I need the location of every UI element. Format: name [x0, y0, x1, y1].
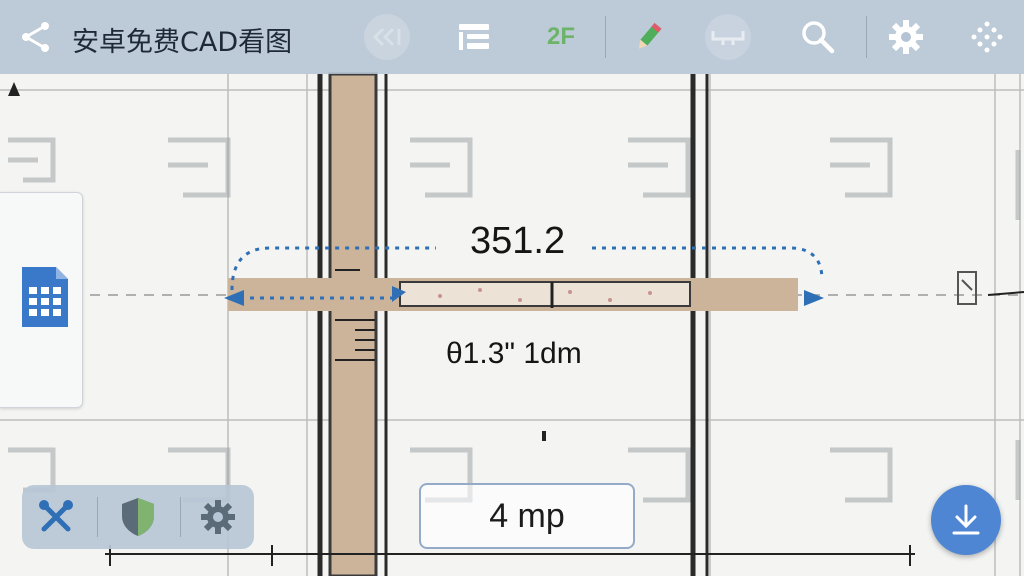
- measure-icon[interactable]: [705, 14, 751, 60]
- download-button[interactable]: [931, 485, 1001, 555]
- gear-icon[interactable]: [194, 493, 242, 541]
- top-toolbar: 安卓免费CAD看图 2F: [0, 0, 1024, 74]
- more-dots-icon[interactable]: [964, 14, 1010, 60]
- dimension-sub-label: θ1.3" 1dm: [446, 337, 582, 370]
- shield-icon[interactable]: [114, 493, 162, 541]
- spreadsheet-icon[interactable]: [20, 265, 70, 334]
- app-title: 安卓免费CAD看图: [72, 27, 293, 58]
- search-icon[interactable]: [795, 14, 841, 60]
- download-icon: [952, 504, 980, 535]
- pencil-icon[interactable]: [625, 14, 671, 60]
- vertical-wall: [330, 74, 376, 576]
- bottom-tools-panel: [22, 485, 254, 549]
- floor-label: 2F: [546, 23, 575, 50]
- back-share-icon[interactable]: [12, 14, 58, 60]
- dimension-main-label: 351.2: [470, 220, 566, 262]
- point-marker: [542, 431, 546, 441]
- gear-icon[interactable]: [883, 14, 929, 60]
- side-panel[interactable]: [0, 192, 83, 408]
- floor-2f-icon[interactable]: 2F: [538, 14, 584, 60]
- furniture-symbols: [8, 137, 1021, 503]
- rewind-icon[interactable]: [364, 14, 410, 60]
- tools-icon[interactable]: [32, 493, 80, 541]
- north-arrow-icon: [8, 82, 20, 96]
- layer-list-icon[interactable]: [451, 14, 497, 60]
- scale-indicator[interactable]: 4 mp: [419, 483, 635, 549]
